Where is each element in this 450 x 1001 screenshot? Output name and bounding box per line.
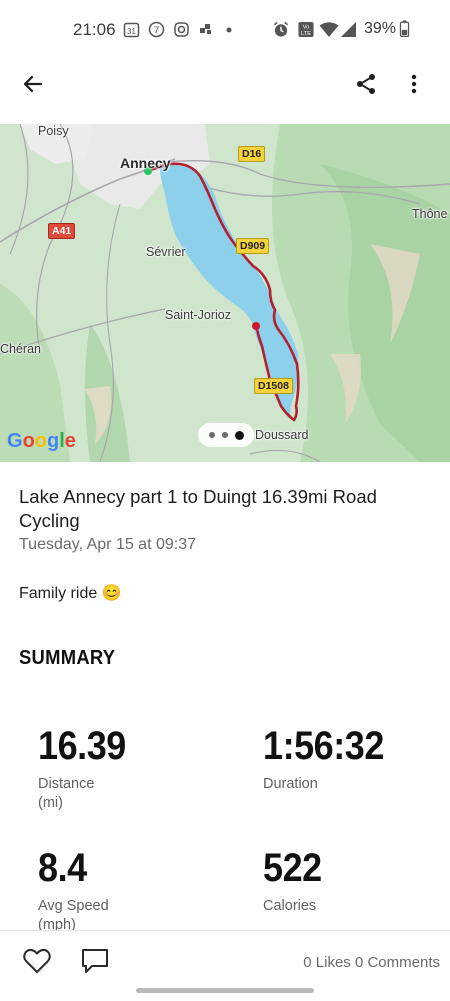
back-button[interactable] <box>9 60 57 108</box>
dot-icon <box>226 27 232 33</box>
activity-title: Lake Annecy part 1 to Duingt 16.39mi Roa… <box>19 486 377 531</box>
route-end-marker <box>252 322 260 330</box>
share-button[interactable] <box>342 60 390 108</box>
svg-text:31: 31 <box>127 27 136 36</box>
map-page-indicator[interactable] <box>198 423 254 447</box>
app-bar <box>0 60 450 110</box>
volte-icon: VoLTE <box>298 21 314 37</box>
svg-text:LTE: LTE <box>301 31 311 37</box>
map-label-doussard: Doussard <box>255 428 309 442</box>
comments-count[interactable]: 0 Comments <box>355 954 440 971</box>
svg-text:Vo: Vo <box>303 25 310 31</box>
calendar-icon: 31 <box>123 22 140 38</box>
route-map[interactable]: Poisy Annecy Sévrier Saint-Jorioz Chéran… <box>0 124 450 462</box>
road-badge-d1508: D1508 <box>254 378 293 394</box>
home-indicator[interactable] <box>136 988 314 993</box>
stat-avg-speed-value: 8.4 <box>38 846 87 890</box>
stat-calories-value: 522 <box>263 846 322 890</box>
social-counts[interactable]: 0 Likes 0 Comments <box>303 954 440 971</box>
svg-text:7: 7 <box>154 26 160 37</box>
stat-duration-value: 1:56:32 <box>263 724 384 768</box>
status-bar: 21:06 31 7 Vo LTE 39% <box>0 0 450 60</box>
badge-7-icon: 7 <box>148 21 165 38</box>
stat-distance-label: Distance <box>38 776 95 792</box>
stat-avg-speed: 8.4 Avg Speed (mph) <box>38 845 228 935</box>
road-badge-a41: A41 <box>48 223 76 239</box>
google-logo: Google <box>7 430 76 452</box>
map-label-thones: Thône <box>412 207 448 221</box>
app-icon <box>200 24 211 34</box>
page-dot-3-active[interactable] <box>234 430 244 440</box>
signal-icon <box>341 22 356 37</box>
wifi-icon <box>319 22 339 37</box>
battery-icon <box>399 20 410 37</box>
stat-calories-label: Calories <box>263 898 317 914</box>
stat-distance-unit: (mi) <box>38 795 63 811</box>
alarm-icon <box>273 21 289 37</box>
status-time: 21:06 <box>73 20 116 39</box>
more-options-button[interactable] <box>390 60 438 108</box>
road-badge-d16: D16 <box>238 146 266 162</box>
map-label-annecy: Annecy <box>120 155 171 171</box>
comment-icon <box>82 949 108 973</box>
comment-button[interactable] <box>71 937 119 985</box>
stat-distance: 16.39 Distance (mi) <box>38 723 228 813</box>
battery-percent: 39% <box>364 20 397 37</box>
arrow-left-icon <box>23 75 43 93</box>
page-dot-1[interactable] <box>208 432 215 438</box>
likes-count[interactable]: 0 Likes <box>303 954 351 971</box>
stat-distance-value: 16.39 <box>38 724 126 768</box>
stat-duration: 1:56:32 Duration <box>263 723 450 794</box>
map-label-cheran: Chéran <box>0 342 41 356</box>
instagram-icon <box>174 22 189 37</box>
activity-description: Family ride 😊 <box>19 585 122 602</box>
page-dot-2[interactable] <box>221 432 228 438</box>
share-icon <box>357 74 375 94</box>
more-vertical-icon <box>411 74 417 94</box>
map-label-sevrier: Sévrier <box>146 245 186 259</box>
stat-duration-label: Duration <box>263 776 318 792</box>
stat-avg-speed-label: Avg Speed <box>38 898 109 914</box>
heart-icon <box>23 949 51 973</box>
activity-date: Tuesday, Apr 15 at 09:37 <box>19 536 197 553</box>
map-canvas <box>0 124 450 462</box>
map-label-poisy: Poisy <box>38 124 69 138</box>
road-badge-d909: D909 <box>236 238 270 254</box>
like-button[interactable] <box>13 937 61 985</box>
map-label-saint-jorioz: Saint-Jorioz <box>165 308 231 322</box>
stat-calories: 522 Calories <box>263 845 450 916</box>
summary-heading: SUMMARY <box>19 647 116 669</box>
